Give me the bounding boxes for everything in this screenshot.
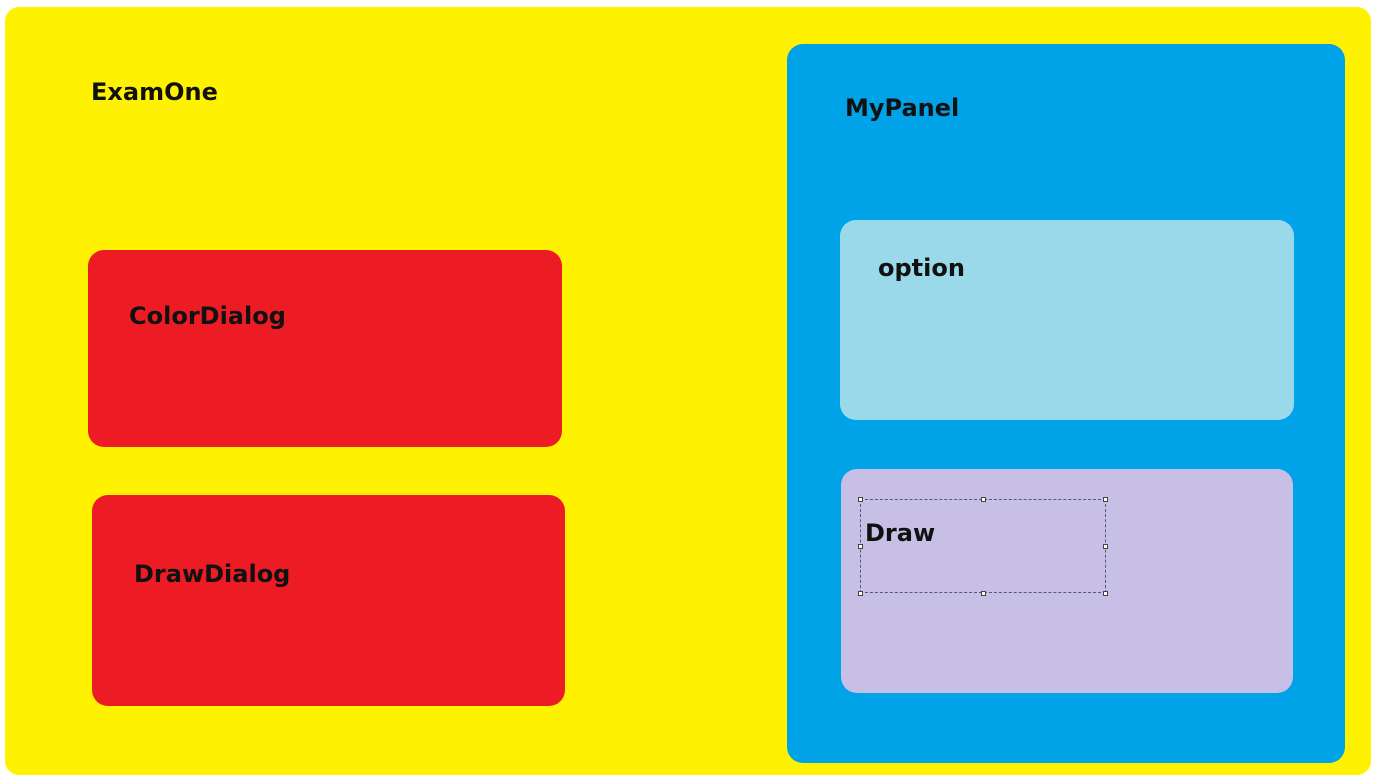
exam-one-container: ExamOne ColorDialog DrawDialog MyPanel o… [5,7,1371,775]
draw-dialog-box[interactable]: DrawDialog [92,495,565,706]
exam-one-label: ExamOne [91,78,218,106]
resize-handle-bottom[interactable] [981,591,986,596]
resize-handle-top[interactable] [981,497,986,502]
resize-handle-top-left[interactable] [858,497,863,502]
resize-handle-bottom-right[interactable] [1103,591,1108,596]
resize-handle-top-right[interactable] [1103,497,1108,502]
resize-handle-left[interactable] [858,544,863,549]
option-label: option [878,254,965,282]
draw-dialog-label: DrawDialog [134,560,291,588]
my-panel-container: MyPanel option Draw [787,44,1345,763]
my-panel-label: MyPanel [845,94,960,122]
color-dialog-label: ColorDialog [129,302,286,330]
option-box[interactable]: option [840,220,1294,420]
resize-handle-right[interactable] [1103,544,1108,549]
resize-handle-bottom-left[interactable] [858,591,863,596]
draw-box[interactable]: Draw [841,469,1293,693]
color-dialog-box[interactable]: ColorDialog [88,250,562,447]
selection-rectangle[interactable]: Draw [858,497,1108,596]
draw-label: Draw [865,519,936,547]
